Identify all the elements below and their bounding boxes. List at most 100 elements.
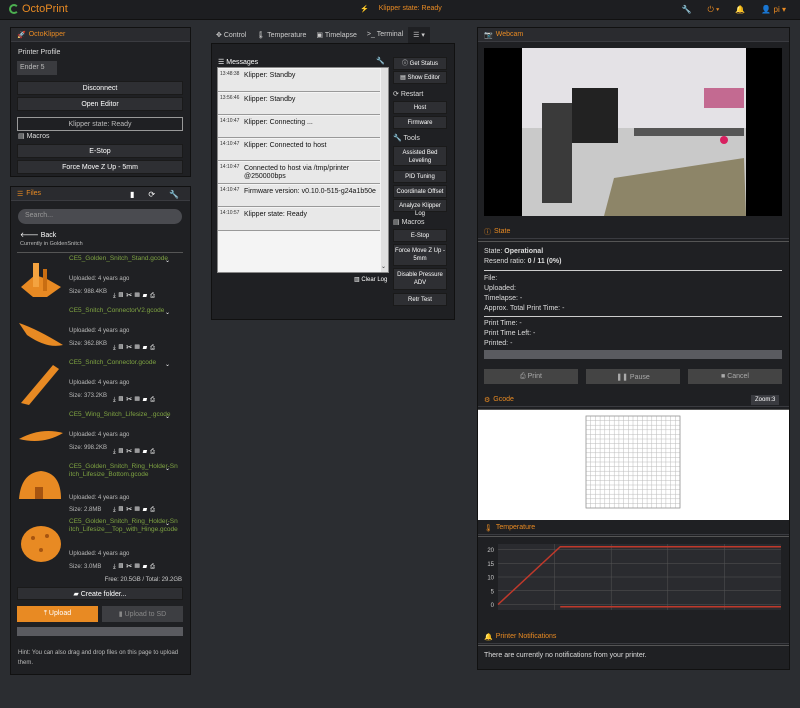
y-tick-label: 5 (491, 589, 495, 595)
message-timestamp: 14:10:47 (220, 164, 240, 170)
pid-tuning-button[interactable]: PID Tuning (393, 170, 447, 183)
get-status-button[interactable]: ⓘ Get Status (393, 57, 447, 70)
file-name[interactable]: CE5_Snitch_Connector.gcode (69, 359, 179, 367)
printer-profile-label: Printer Profile (18, 49, 61, 56)
cancel-label: Cancel (727, 373, 749, 380)
gcode-viewer[interactable] (478, 410, 789, 520)
tab-temperature[interactable]: 🌡 Temperature (251, 27, 311, 43)
assisted-bed-leveling-button[interactable]: Assisted Bed Leveling (393, 146, 447, 166)
file-item[interactable]: CE5_Golden_Snitch_Ring_Holder-Snitch_Lif… (17, 518, 183, 570)
webcam-header[interactable]: 📷 Webcam (478, 28, 789, 42)
force-move-button[interactable]: Force Move Z Up - 5mm (17, 160, 183, 174)
file-item[interactable]: CE5_Snitch_ConnectorV2.gcode ⌄ Uploaded:… (17, 307, 183, 359)
tab-control[interactable]: ✥ Control (211, 27, 251, 43)
trash-icon[interactable]: ▥ (135, 397, 143, 403)
file-name[interactable]: CE5_Golden_Snitch_Ring_Holder-Snitch_Lif… (69, 518, 179, 534)
chevron-down-icon[interactable]: ⌄ (381, 263, 386, 270)
file-item[interactable]: CE5_Golden_Snitch_Ring_Holder-Snitch_Lif… (17, 463, 183, 515)
analyze-log-button[interactable]: Analyze Klipper Log (393, 199, 447, 217)
coordinate-offset-button[interactable]: Coordinate Offset (393, 185, 447, 198)
file-name[interactable]: CE5_Snitch_ConnectorV2.gcode (69, 307, 179, 315)
file-search-input[interactable]: Search... (18, 209, 182, 224)
file-name[interactable]: CE5_Golden_Snitch_Ring_Holder-Snitch_Lif… (69, 463, 179, 479)
brand[interactable]: OctoPrint (9, 3, 68, 15)
current-folder: Currently in GoldenSnitch (20, 241, 83, 247)
cut-icon[interactable]: ✂ (126, 449, 135, 455)
estop-button[interactable]: E-Stop (17, 144, 183, 158)
side-estop-button[interactable]: E-Stop (393, 229, 447, 242)
side-force-move-button[interactable]: Force Move Z Up - 5mm (393, 244, 447, 266)
print-icon[interactable]: ⎙ (150, 397, 158, 403)
print-icon[interactable]: ⎙ (150, 564, 158, 570)
message-row: 14:10:47 Connected to host via /tmp/prin… (218, 162, 380, 184)
cut-icon[interactable]: ✂ (126, 293, 135, 299)
tab-timelapse[interactable]: ▣ Timelapse (311, 27, 361, 43)
chevron-down-icon[interactable]: ⌄ (165, 520, 170, 527)
upload-button[interactable]: ⤒ Upload (17, 606, 98, 622)
tab-octoklipper[interactable]: ☰ ▾ (408, 27, 430, 43)
trash-icon[interactable]: ▥ (135, 345, 143, 351)
notifications-header[interactable]: 🔔 Printer Notifications (478, 630, 789, 644)
back-link[interactable]: 🡐 Back (20, 230, 56, 239)
trash-icon[interactable]: ▥ (135, 293, 143, 299)
print-icon[interactable]: ⎙ (150, 293, 158, 299)
refresh-icon[interactable]: ⟳ (148, 190, 155, 199)
back-label: Back (40, 232, 57, 239)
cancel-button[interactable]: ■ Cancel (688, 369, 782, 384)
print-icon[interactable]: ⎙ (150, 345, 158, 351)
cut-icon[interactable]: ✂ (126, 397, 135, 403)
power-icon[interactable]: ⏻ ▾ (707, 5, 719, 15)
octoklipper-header[interactable]: 🚀 OctoKlipper (11, 28, 190, 42)
print-button[interactable]: ⎙ Print (484, 369, 578, 384)
upload-sd-button[interactable]: ▮ Upload to SD (102, 606, 183, 622)
scrollbar[interactable] (381, 68, 388, 272)
state-header[interactable]: ⓘ State (478, 225, 789, 239)
temperature-header[interactable]: 🌡 Temperature (478, 521, 789, 535)
user-menu[interactable]: 👤 pi ▾ (761, 5, 786, 15)
wrench-icon[interactable]: 🔧 (169, 190, 179, 199)
chevron-down-icon[interactable]: ⌄ (165, 361, 170, 368)
wrench-icon[interactable]: 🔧 (681, 5, 691, 15)
chevron-down-icon[interactable]: ⌄ (165, 413, 170, 420)
file-item[interactable]: CE5_Wing_Snitch_Lifesize_.gcode ⌄ Upload… (17, 411, 183, 463)
file-uploaded: Uploaded: 4 years ago (69, 495, 130, 501)
gcode-header[interactable]: ⚙ Gcode (478, 393, 789, 407)
chevron-down-icon[interactable]: ⌄ (165, 465, 170, 472)
restart-label: Restart (400, 91, 424, 98)
sd-card-icon[interactable]: ▮ (130, 190, 134, 199)
bell-icon[interactable]: 🔔 (735, 5, 745, 15)
trash-icon[interactable]: ▥ (135, 507, 143, 513)
chevron-down-icon[interactable]: ⌄ (165, 257, 170, 264)
retr-test-button[interactable]: Retr Test (393, 293, 447, 306)
trash-icon[interactable]: ▥ (135, 564, 143, 570)
zoom-select[interactable]: Zoom:3 (751, 395, 780, 405)
print-icon[interactable]: ⎙ (150, 507, 158, 513)
file-name[interactable]: CE5_Wing_Snitch_Lifesize_.gcode (69, 411, 179, 419)
tab-terminal[interactable]: >_ Terminal (362, 27, 408, 43)
open-editor-button[interactable]: Open Editor (17, 97, 183, 111)
trash-icon[interactable]: ▥ (135, 449, 143, 455)
cubes-icon: ⚙ (484, 396, 491, 404)
wrench-icon[interactable]: 🔧 (376, 57, 385, 65)
file-item[interactable]: CE5_Snitch_Connector.gcode ⌄ Uploaded: 4… (17, 359, 183, 411)
chevron-down-icon[interactable]: ⌄ (165, 309, 170, 316)
printed-line: Printed: - (484, 340, 513, 347)
print-progress-bar (484, 350, 782, 359)
disconnect-button[interactable]: Disconnect (17, 81, 183, 95)
printer-profile-select[interactable]: Ender 5 (17, 61, 57, 75)
file-name[interactable]: CE5_Golden_Snitch_Stand.gcode (69, 255, 179, 263)
clear-log-button[interactable]: ▥ Clear Log (354, 276, 387, 283)
file-item[interactable]: CE5_Golden_Snitch_Stand.gcode ⌄ Uploaded… (17, 255, 183, 307)
restart-firmware-button[interactable]: Firmware (393, 116, 447, 129)
cut-icon[interactable]: ✂ (126, 345, 135, 351)
create-folder-button[interactable]: ▰ Create folder... (17, 587, 183, 600)
cut-icon[interactable]: ✂ (126, 507, 135, 513)
print-icon[interactable]: ⎙ (150, 449, 158, 455)
pause-button[interactable]: ❚❚ Pause (586, 369, 680, 384)
show-editor-button[interactable]: ▤ Show Editor (393, 71, 447, 84)
disable-pressure-adv-button[interactable]: Disable Pressure ADV (393, 268, 447, 290)
pause-icon: ❚❚ (616, 374, 630, 381)
cut-icon[interactable]: ✂ (126, 564, 135, 570)
thermometer-icon: 🌡 (256, 32, 268, 39)
restart-host-button[interactable]: Host (393, 101, 447, 114)
